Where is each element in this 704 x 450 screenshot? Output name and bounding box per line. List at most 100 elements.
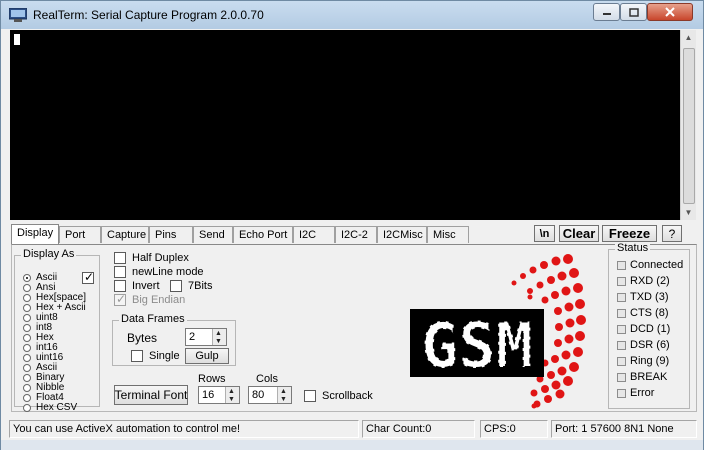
status-dcd: DCD (1) <box>617 322 670 336</box>
tab-send[interactable]: Send <box>193 226 233 243</box>
scroll-down-icon[interactable]: ▼ <box>681 205 696 220</box>
tab-i2cmisc[interactable]: I2CMisc <box>377 226 427 243</box>
status-text: RXD (2) <box>630 275 670 287</box>
radio-dot[interactable] <box>23 354 31 362</box>
status-group: Status Connected RXD (2) TXD (3) CTS (8)… <box>608 242 690 409</box>
radio-label: Hex CSV <box>36 402 78 413</box>
radio-dot[interactable] <box>23 294 31 302</box>
spinner-arrows[interactable]: ▲ ▼ <box>225 387 239 403</box>
status-text: Ring (9) <box>630 355 670 367</box>
spin-up-icon[interactable]: ▲ <box>280 388 287 395</box>
checkmark-icon: ✓ <box>116 292 127 306</box>
tab-port[interactable]: Port <box>59 226 101 243</box>
tab-i2c[interactable]: I2C <box>293 226 335 243</box>
status-led <box>617 308 626 318</box>
status-rxd: RXD (2) <box>617 274 670 288</box>
big-endian-checkbox[interactable]: ✓ <box>114 292 127 306</box>
radio-dot[interactable] <box>23 284 31 292</box>
cols-label: Cols <box>256 373 279 385</box>
single-label: Single <box>149 350 180 362</box>
window-title: RealTerm: Serial Capture Program 2.0.0.7… <box>33 8 264 22</box>
close-button[interactable] <box>647 3 693 21</box>
single-checkbox[interactable] <box>131 350 143 362</box>
scrollback-checkbox[interactable] <box>304 390 316 402</box>
spin-down-icon[interactable]: ▼ <box>280 396 287 403</box>
seven-bits-checkbox[interactable] <box>170 280 182 292</box>
status-text: Connected <box>630 259 684 271</box>
terminal-font-button[interactable]: Terminal Font <box>114 385 188 405</box>
status-connected: Connected <box>617 258 683 272</box>
bytes-spinner[interactable]: 2 ▲ ▼ <box>185 328 227 346</box>
tab-pins[interactable]: Pins <box>149 226 193 243</box>
radio-dot[interactable] <box>23 384 31 392</box>
spin-up-icon[interactable]: ▲ <box>215 330 222 337</box>
status-bar: You can use ActiveX automation to contro… <box>1 418 703 440</box>
status-led <box>617 340 626 350</box>
logo-text: GSM <box>421 309 533 382</box>
display-settings-panel: Display As Ascii Ansi Hex[space] Hex + A… <box>11 242 697 413</box>
terminal-display[interactable] <box>10 30 680 220</box>
spin-down-icon[interactable]: ▼ <box>215 338 222 345</box>
status-led <box>617 324 626 334</box>
half-duplex-checkbox[interactable] <box>114 252 126 264</box>
radio-dot[interactable] <box>23 324 31 332</box>
radio-dot[interactable] <box>23 314 31 322</box>
tab-i2c-2[interactable]: I2C-2 <box>335 226 377 243</box>
newline-mode-checkbox[interactable] <box>114 266 126 278</box>
tab-capture[interactable]: Capture <box>101 226 149 243</box>
status-dsr: DSR (6) <box>617 338 670 352</box>
statusbar-char-count: Char Count:0 <box>362 420 475 438</box>
scroll-up-icon[interactable]: ▲ <box>681 30 696 45</box>
help-button[interactable]: ? <box>662 225 682 242</box>
data-frames-label: Data Frames <box>119 313 187 325</box>
scrollback-label: Scrollback <box>322 390 373 402</box>
radio-dot[interactable] <box>23 374 31 382</box>
rows-value: 16 <box>202 389 215 401</box>
radio-dot[interactable] <box>23 364 31 372</box>
big-endian-label: Big Endian <box>132 294 186 306</box>
minimize-icon <box>602 13 611 15</box>
status-break[interactable]: BREAK <box>617 370 667 384</box>
maximize-button[interactable] <box>620 3 647 21</box>
status-error: Error <box>617 386 654 400</box>
status-text: Error <box>630 387 655 399</box>
spinner-arrows[interactable]: ▲ ▼ <box>277 387 291 403</box>
status-text: TXD (3) <box>630 291 669 303</box>
close-icon <box>665 7 675 17</box>
spin-down-icon[interactable]: ▼ <box>228 396 235 403</box>
rows-spinner[interactable]: 16 ▲ ▼ <box>198 386 240 404</box>
window-bottom-edge <box>1 440 703 450</box>
radio-dot[interactable] <box>23 344 31 352</box>
clear-button[interactable]: Clear <box>559 225 599 242</box>
radio-dot[interactable] <box>23 334 31 342</box>
radio-dot[interactable] <box>23 404 31 412</box>
freeze-button[interactable]: Freeze <box>602 225 657 242</box>
status-text: CTS (8) <box>630 307 669 319</box>
radio-hex-csv[interactable]: Hex CSV <box>23 403 77 413</box>
radio-dot[interactable] <box>23 394 31 402</box>
title-bar: RealTerm: Serial Capture Program 2.0.0.7… <box>1 1 703 29</box>
tab-echo-port[interactable]: Echo Port <box>233 226 293 243</box>
tab-display[interactable]: Display <box>11 224 59 244</box>
minimize-button[interactable] <box>593 3 620 21</box>
data-frames-group: Data Frames Bytes 2 ▲ ▼ Single Gulp <box>112 313 236 366</box>
scroll-thumb[interactable] <box>683 48 695 204</box>
vertical-scrollbar[interactable]: ▲ ▼ <box>680 30 696 220</box>
radio-dot[interactable] <box>23 274 31 282</box>
cols-value: 80 <box>252 389 265 401</box>
cols-spinner[interactable]: 80 ▲ ▼ <box>248 386 292 404</box>
maximize-icon <box>628 7 639 17</box>
terminal-app-icon <box>9 8 27 22</box>
gulp-button[interactable]: Gulp <box>185 348 229 364</box>
status-text: DCD (1) <box>630 323 671 335</box>
invert-checkbox[interactable] <box>114 280 126 292</box>
status-led <box>617 388 626 398</box>
newline-button[interactable]: \n <box>534 225 555 242</box>
spinner-arrows[interactable]: ▲ ▼ <box>212 329 226 345</box>
spin-up-icon[interactable]: ▲ <box>228 388 235 395</box>
tab-misc[interactable]: Misc <box>427 226 469 243</box>
text-cursor <box>14 34 20 45</box>
display-as-checkbox[interactable]: ✓ <box>82 270 94 284</box>
radio-dot[interactable] <box>23 304 31 312</box>
status-led[interactable] <box>617 372 626 382</box>
